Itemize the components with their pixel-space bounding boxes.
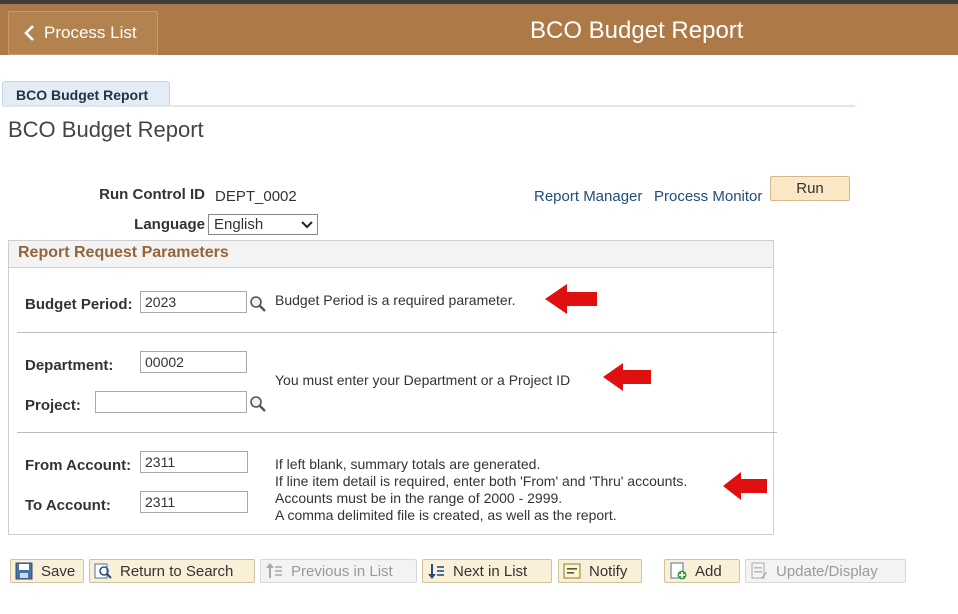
chevron-down-icon xyxy=(301,221,313,229)
language-selected-value: English xyxy=(214,216,264,233)
annotation-arrow-left-icon xyxy=(545,284,597,314)
department-label: Department: xyxy=(25,357,114,374)
chevron-left-icon xyxy=(24,25,34,41)
from-account-input[interactable]: 2311 xyxy=(140,451,248,473)
previous-in-list-button[interactable]: Previous in List xyxy=(260,559,417,583)
department-project-note: You must enter your Department or a Proj… xyxy=(275,372,571,388)
run-control-id-label: Run Control ID xyxy=(99,186,205,203)
to-account-input[interactable]: 2311 xyxy=(140,491,248,513)
save-label: Save xyxy=(41,562,76,580)
annotation-arrow-left-icon xyxy=(723,472,767,500)
report-manager-link[interactable]: Report Manager xyxy=(534,188,642,205)
next-in-list-label: Next in List xyxy=(453,562,528,580)
notify-label: Notify xyxy=(589,562,628,580)
department-input[interactable]: 00002 xyxy=(140,351,247,373)
section-divider xyxy=(17,332,777,333)
add-label: Add xyxy=(695,562,722,580)
account-note-line: Accounts must be in the range of 2000 - … xyxy=(275,490,563,506)
panel-title: Report Request Parameters xyxy=(9,241,773,268)
account-note-line: A comma delimited file is created, as we… xyxy=(275,507,617,523)
app-header: Process List BCO Budget Report xyxy=(0,4,958,55)
from-account-label: From Account: xyxy=(25,457,132,474)
budget-period-label: Budget Period: xyxy=(25,296,133,313)
project-label: Project: xyxy=(25,397,81,414)
previous-in-list-label: Previous in List xyxy=(291,562,393,580)
report-request-parameters-panel: Report Request Parameters Budget Period:… xyxy=(8,240,777,535)
language-label: Language xyxy=(134,216,205,233)
run-button[interactable]: Run xyxy=(770,176,850,201)
tab-bco-budget-report[interactable]: BCO Budget Report xyxy=(2,81,170,106)
annotation-arrow-left-icon xyxy=(603,363,651,391)
process-monitor-link[interactable]: Process Monitor xyxy=(654,188,762,205)
arrow-up-list-icon xyxy=(266,563,282,578)
floppy-disk-icon xyxy=(15,562,33,580)
tab-underline xyxy=(2,105,855,107)
account-note-line: If left blank, summary totals are genera… xyxy=(275,456,541,472)
budget-period-lookup-icon[interactable] xyxy=(249,295,267,313)
project-input[interactable] xyxy=(95,391,247,413)
add-button[interactable]: Add xyxy=(664,559,740,583)
search-return-icon xyxy=(94,563,112,579)
account-note-line: If line item detail is required, enter b… xyxy=(275,473,688,489)
to-account-label: To Account: xyxy=(25,497,111,514)
budget-period-input[interactable]: 2023 xyxy=(140,291,247,313)
header-title: BCO Budget Report xyxy=(530,17,744,44)
update-display-label: Update/Display xyxy=(776,562,878,580)
process-list-back-button[interactable]: Process List xyxy=(8,11,158,55)
language-select[interactable]: English xyxy=(208,214,318,235)
notify-note-icon xyxy=(563,563,581,579)
budget-period-note: Budget Period is a required parameter. xyxy=(275,292,516,308)
update-display-button[interactable]: Update/Display xyxy=(745,559,906,583)
return-to-search-button[interactable]: Return to Search xyxy=(89,559,255,583)
add-document-icon xyxy=(670,562,687,580)
next-in-list-button[interactable]: Next in List xyxy=(422,559,552,583)
save-button[interactable]: Save xyxy=(10,559,84,583)
return-to-search-label: Return to Search xyxy=(120,562,234,580)
run-control-id-value: DEPT_0002 xyxy=(215,188,297,205)
update-display-icon xyxy=(751,562,767,579)
arrow-down-list-icon xyxy=(428,564,444,579)
section-divider xyxy=(17,432,777,433)
back-button-label: Process List xyxy=(44,23,137,42)
notify-button[interactable]: Notify xyxy=(558,559,642,583)
page-title: BCO Budget Report xyxy=(8,117,204,142)
project-lookup-icon[interactable] xyxy=(249,395,267,413)
